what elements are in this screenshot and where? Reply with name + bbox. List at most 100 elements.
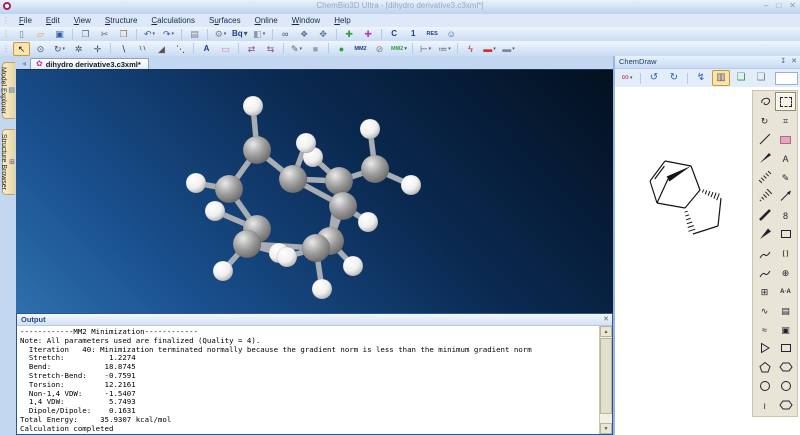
auto-sync-button[interactable]: ↯ (692, 70, 710, 86)
res-label-button[interactable]: RES (424, 27, 441, 41)
pen-tool[interactable]: ✎ (775, 168, 796, 187)
rotate-button[interactable]: ↻▾ (51, 42, 68, 56)
camera-tool-tool[interactable]: ▣ (775, 320, 796, 339)
dihedral-1-button[interactable]: ⇄ (243, 42, 260, 56)
face-button[interactable]: ☺ (443, 27, 460, 41)
charge-plus-tool[interactable]: ⊕ (775, 263, 796, 282)
atom-mapping-tool[interactable]: A·A (775, 282, 796, 301)
molecule-3d[interactable] (16, 70, 613, 314)
bond-hashed-wedge-tool[interactable] (754, 187, 775, 206)
dropdown-arrow-icon[interactable]: ▾ (244, 28, 248, 40)
dihedral-2-button[interactable]: ⇆ (262, 42, 279, 56)
bond-wedge-tool[interactable] (754, 149, 775, 168)
paste-button[interactable]: ❒ (115, 27, 132, 41)
load-from-3d-button[interactable]: ↺ (645, 70, 663, 86)
background-button[interactable]: ◧▾ (251, 27, 268, 41)
triangle-shape-tool[interactable] (754, 339, 775, 358)
template-tool-tool[interactable]: ▤ (775, 301, 796, 320)
run-calculation-button[interactable]: ● (333, 42, 350, 56)
tab-scroll-left-icon[interactable]: ◂ (22, 59, 26, 68)
bond-hash-tool[interactable] (754, 168, 775, 187)
mm2-minimize-button[interactable]: MM2 (352, 42, 369, 56)
model-display-1-button[interactable]: ❖ (296, 27, 313, 41)
no-overlap-button[interactable]: ⊘ (371, 42, 388, 56)
send-to-3d-button[interactable]: ↻ (665, 70, 683, 86)
menu-help[interactable]: Help (327, 16, 357, 25)
element-c-button[interactable]: C (386, 27, 403, 41)
curve-shape-tool[interactable]: ≀ (754, 396, 775, 415)
copy-button[interactable]: ❐ (77, 27, 94, 41)
hexagon-shape-tool[interactable] (775, 358, 796, 377)
dropdown-arrow-icon[interactable]: ▾ (448, 43, 451, 55)
bond-dashed-button[interactable]: ⋱ (172, 42, 189, 56)
document-tab[interactable]: ✿ dihydro derivative3.c3xml* (30, 58, 149, 69)
open-folder-button[interactable]: ▱ (32, 27, 49, 41)
print-button[interactable]: ▤ (186, 27, 203, 41)
charge-1-button[interactable]: 1 (405, 27, 422, 41)
annotate-button[interactable]: ✎▾ (288, 42, 305, 56)
menu-file[interactable]: File (12, 16, 39, 25)
square-shape-tool[interactable] (775, 339, 796, 358)
lock-link-button[interactable]: ❏ (752, 70, 770, 86)
dropdown-arrow-icon[interactable]: ▾ (153, 28, 156, 40)
undo-button[interactable]: ↶▾ (141, 27, 158, 41)
measure-2-button[interactable]: ≔▾ (436, 42, 453, 56)
solvent-surface-button[interactable]: ▬▾ (500, 42, 517, 56)
new-document-button[interactable]: ▯ (13, 27, 30, 41)
circle-shape-tool[interactable] (754, 377, 775, 396)
output-close-icon[interactable]: ✕ (603, 315, 609, 323)
dipole-button[interactable]: ϟ (462, 42, 479, 56)
pin-icon[interactable]: ↧ (780, 57, 786, 65)
scroll-up-icon[interactable]: ▲ (600, 326, 612, 337)
pentagon-shape-tool[interactable] (754, 358, 775, 377)
measure-1-button[interactable]: ⊢▾ (417, 42, 434, 56)
save-button[interactable]: ▣ (51, 27, 68, 41)
maximize-button[interactable]: □ (776, 1, 781, 10)
trackball-button[interactable]: ⊙ (32, 42, 49, 56)
charge-surface-button[interactable]: ▬▾ (481, 42, 498, 56)
text-2d-tool[interactable]: A (775, 149, 796, 168)
menu-view[interactable]: View (67, 16, 98, 25)
menu-surfaces[interactable]: Surfaces (202, 16, 248, 25)
add-atom-button[interactable]: ✚ (360, 27, 377, 41)
sidebar-tab-structure-browser[interactable]: ⊞Structure Browser (2, 129, 15, 195)
dropdown-arrow-icon[interactable]: ▾ (429, 43, 432, 55)
scale-button[interactable]: ✲ (70, 42, 87, 56)
bond-wavy-tool[interactable] (754, 244, 775, 263)
bond-bold-wedge-tool[interactable] (754, 225, 775, 244)
output-scrollbar[interactable]: ▲ ▼ (599, 326, 612, 434)
select-button[interactable]: ↖ (13, 42, 30, 56)
menu-online[interactable]: Online (248, 16, 285, 25)
chain-tool-tool[interactable]: ∿ (754, 301, 775, 320)
translate-button[interactable]: ✛ (89, 42, 106, 56)
live-link-button[interactable]: ▥ (712, 70, 730, 86)
close-button[interactable]: ✕ (789, 1, 796, 10)
chemdraw-canvas[interactable]: ↻⌗A✎8[ ]⊕⊞A·A∿▤≈▣≀ (615, 87, 800, 435)
menu-window[interactable]: Window (285, 16, 327, 25)
menu-calculations[interactable]: Calculations (144, 16, 202, 25)
livelink-options-button[interactable]: ∞▾ (618, 70, 636, 86)
menu-edit[interactable]: Edit (39, 16, 67, 25)
eraser-2d-tool[interactable] (775, 130, 796, 149)
dropdown-arrow-icon[interactable]: ▾ (63, 43, 66, 55)
spectacles-button[interactable]: ∞ (277, 27, 294, 41)
bond-wedge-button[interactable]: ◢ (153, 42, 170, 56)
minimize-button[interactable]: – (764, 1, 768, 10)
dropdown-arrow-icon[interactable]: ▾ (512, 43, 515, 55)
arrow-tool-tool[interactable] (775, 187, 796, 206)
dropdown-arrow-icon[interactable]: ▾ (493, 43, 496, 55)
marquee-tool[interactable] (775, 92, 796, 111)
table-tool-tool[interactable]: ⊞ (754, 282, 775, 301)
dropdown-arrow-icon[interactable]: ▾ (224, 28, 227, 40)
text-tool-button[interactable]: A (198, 42, 215, 56)
bracket-tool-tool[interactable]: [ ] (775, 244, 796, 263)
tools-button[interactable]: ⚙▾ (212, 27, 229, 41)
model-3d-canvas[interactable] (16, 69, 613, 314)
scrollbar-track[interactable] (600, 337, 612, 423)
hexagon-3d-shape-tool[interactable] (775, 396, 796, 415)
add-fragment-button[interactable]: ✚ (341, 27, 358, 41)
rotate-2d-tool[interactable]: ↻ (754, 111, 775, 130)
mm2-dynamics-button[interactable]: MM2▾ (390, 42, 408, 56)
eraser-button[interactable]: ▭ (217, 42, 234, 56)
dropdown-arrow-icon[interactable]: ▾ (630, 72, 633, 84)
